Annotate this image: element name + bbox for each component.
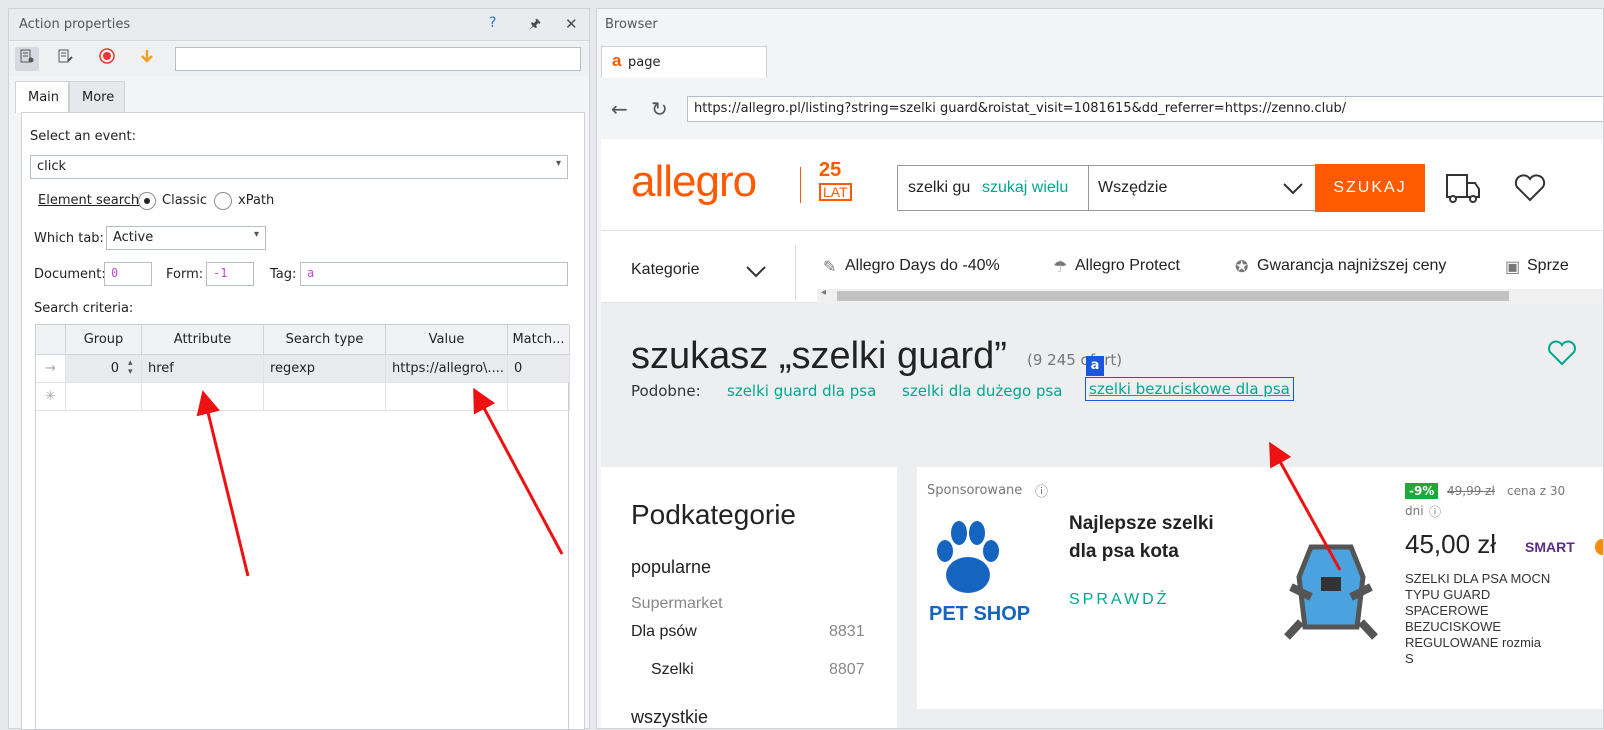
- arrow-to-attribute: [196, 390, 250, 577]
- arrow-to-value: [473, 387, 564, 555]
- annotation-arrows: [196, 387, 1342, 577]
- arrow-to-link: [1269, 441, 1342, 571]
